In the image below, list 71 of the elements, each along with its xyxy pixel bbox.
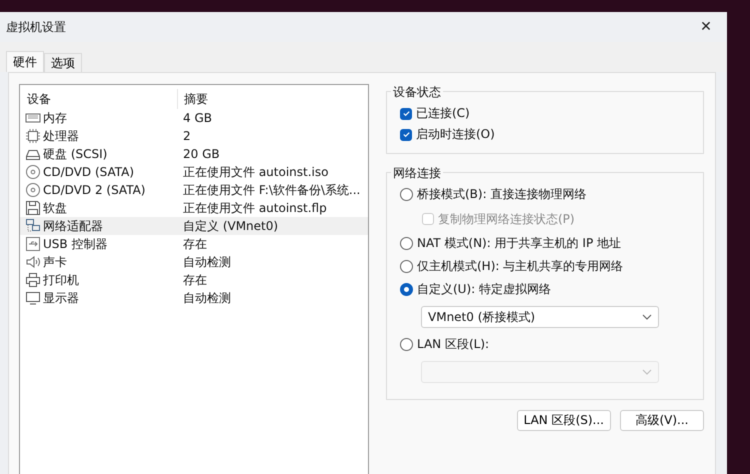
device-row[interactable]: 网络适配器 自定义 (VMnet0) bbox=[20, 217, 368, 235]
radio-label: 桥接模式(B): 直接连接物理网络 bbox=[417, 186, 586, 203]
device-summary: 2 bbox=[182, 129, 191, 143]
device-summary: 存在 bbox=[182, 272, 207, 288]
device-row[interactable]: CD/DVD 2 (SATA) 正在使用文件 F:\软件备份\系统... bbox=[20, 181, 368, 199]
device-summary: 自动检测 bbox=[182, 254, 231, 270]
checkbox-label: 复制物理网络连接状态(P) bbox=[438, 210, 575, 228]
speaker-icon bbox=[25, 254, 41, 270]
checkbox[interactable] bbox=[400, 128, 412, 140]
radio-button[interactable] bbox=[400, 283, 413, 296]
checkbox[interactable] bbox=[400, 108, 412, 120]
radio-button[interactable] bbox=[400, 237, 413, 250]
chevron-down-icon bbox=[642, 314, 652, 320]
device-name: USB 控制器 bbox=[43, 236, 108, 252]
device-summary: 20 GB bbox=[182, 147, 220, 161]
device-name: CD/DVD 2 (SATA) bbox=[43, 183, 146, 197]
printer-icon bbox=[25, 272, 41, 288]
column-header[interactable]: 设备 bbox=[20, 89, 178, 109]
dialog-button[interactable]: 高级(V)... bbox=[620, 410, 704, 431]
tab[interactable]: 选项 bbox=[44, 53, 82, 72]
radio-label: 仅主机模式(H): 与主机共享的专用网络 bbox=[417, 258, 624, 275]
chevron-down-icon bbox=[642, 369, 652, 375]
device-name: 打印机 bbox=[43, 272, 79, 288]
group-title: 设备状态 bbox=[391, 84, 443, 101]
device-summary: 自动检测 bbox=[182, 290, 231, 306]
close-button[interactable]: ✕ bbox=[691, 14, 721, 40]
checkmark-icon bbox=[402, 109, 410, 118]
device-name: 硬盘 (SCSI) bbox=[43, 146, 108, 162]
device-summary: 自定义 (VMnet0) bbox=[182, 218, 278, 234]
device-row[interactable]: 内存 4 GB bbox=[20, 109, 368, 127]
device-row[interactable]: 打印机 存在 bbox=[20, 271, 368, 289]
device-name: 软盘 bbox=[43, 200, 67, 216]
chip-icon bbox=[25, 128, 41, 144]
device-summary: 存在 bbox=[182, 236, 207, 252]
checkmark-icon bbox=[402, 130, 410, 139]
device-row[interactable]: 软盘 正在使用文件 autoinst.flp bbox=[20, 199, 368, 217]
radio-label: 自定义(U): 特定虚拟网络 bbox=[417, 281, 552, 298]
group-title: 网络连接 bbox=[391, 165, 443, 182]
device-row[interactable]: 处理器 2 bbox=[20, 127, 368, 145]
monitor-icon bbox=[25, 290, 41, 306]
checkbox-label: 已连接(C) bbox=[416, 105, 470, 122]
radio-button[interactable] bbox=[400, 188, 413, 201]
radio-label: LAN 区段(L): bbox=[417, 336, 490, 353]
device-summary: 正在使用文件 autoinst.flp bbox=[182, 200, 327, 216]
checkbox-label: 启动时连接(O) bbox=[416, 126, 495, 143]
device-summary: 正在使用文件 autoinst.iso bbox=[182, 164, 328, 180]
usb-icon bbox=[25, 236, 41, 252]
device-row[interactable]: 硬盘 (SCSI) 20 GB bbox=[20, 145, 368, 163]
device-row[interactable]: USB 控制器 存在 bbox=[20, 235, 368, 253]
device-name: 声卡 bbox=[43, 254, 67, 270]
device-row[interactable]: 显示器 自动检测 bbox=[20, 289, 368, 307]
device-name: 网络适配器 bbox=[43, 218, 103, 234]
window-title: 虚拟机设置 bbox=[6, 18, 66, 36]
radio-button[interactable] bbox=[400, 338, 413, 351]
tab[interactable]: 硬件 bbox=[6, 51, 44, 72]
device-name: 内存 bbox=[43, 110, 67, 126]
device-name: 处理器 bbox=[43, 128, 79, 144]
radio-label: NAT 模式(N): 用于共享主机的 IP 地址 bbox=[417, 235, 621, 252]
dropdown[interactable]: VMnet0 (桥接模式) bbox=[421, 306, 659, 328]
device-name: 显示器 bbox=[43, 290, 79, 306]
network-icon bbox=[25, 218, 41, 234]
radio-button[interactable] bbox=[400, 260, 413, 273]
device-row[interactable]: 声卡 自动检测 bbox=[20, 253, 368, 271]
disc-icon bbox=[25, 182, 41, 198]
dialog-button[interactable]: LAN 区段(S)... bbox=[516, 410, 611, 431]
disc-icon bbox=[25, 164, 41, 180]
device-summary: 正在使用文件 F:\软件备份\系统... bbox=[182, 182, 360, 198]
device-summary: 4 GB bbox=[182, 111, 212, 125]
column-header[interactable]: 摘要 bbox=[178, 89, 208, 109]
device-row[interactable]: CD/DVD (SATA) 正在使用文件 autoinst.iso bbox=[20, 163, 368, 181]
device-name: CD/DVD (SATA) bbox=[43, 165, 134, 179]
